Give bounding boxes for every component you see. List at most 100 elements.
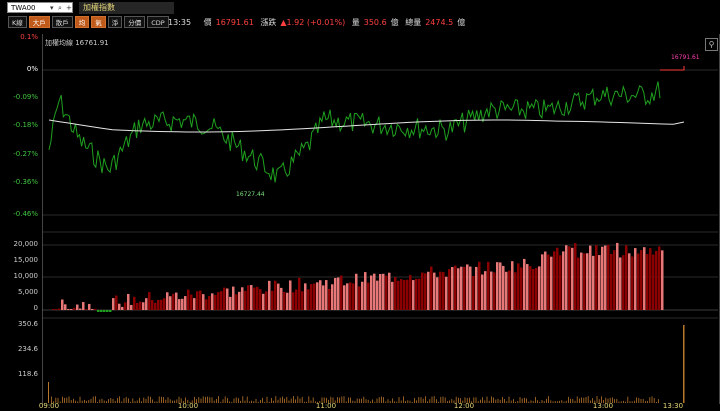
amount-bar [574,243,577,310]
volume-bar [561,400,563,403]
amount-bar [376,280,379,310]
amount-bar [118,303,121,310]
volume-bar [169,399,171,403]
amount-tick-label: 0 [33,304,38,312]
volume-bar [339,397,340,403]
amount-bar [190,294,193,310]
amount-bar-negative [97,310,100,312]
volume-bar [262,397,263,403]
volume-bar [405,401,406,403]
volume-bar [431,396,433,403]
volume-bar [209,397,211,403]
volume-bar [411,401,413,403]
amount-bar [283,291,286,310]
volume-bar [249,401,250,403]
volume-bar [570,398,571,403]
amount-bar [187,289,190,310]
amount-bar [610,253,613,310]
amount-bar [136,302,139,310]
volume-bar [279,397,281,403]
volume-bar [106,401,107,403]
volume-bar [477,401,479,403]
volume-bar [352,400,354,403]
volume-bar [165,399,167,403]
amount-bar [178,299,181,310]
volume-bar [244,400,246,403]
amount-bar [628,253,631,310]
volume-bar [229,401,230,403]
amount-bar [265,291,268,310]
amount-bar [160,299,163,310]
amount-bar [196,291,199,310]
amount-tick-label: 15,000 [13,256,39,264]
volume-bar [246,396,248,403]
amount-bar [199,290,202,310]
amount-bar [244,290,247,310]
time-tick-label: 10:00 [177,402,199,410]
volume-bar [645,401,646,403]
amount-bar [325,280,328,310]
volume-bar [238,398,239,403]
amount-bar [649,248,652,310]
amount-bar [268,280,271,310]
amount-bar [142,302,145,310]
volume-bar [139,397,140,403]
amount-bar [655,250,658,310]
volume-bar [264,401,266,403]
settings-icon[interactable]: ⚲ [705,38,718,51]
volume-bar [218,396,219,403]
amount-bar [526,264,529,310]
volume-bar [497,398,499,403]
amount-bar [211,293,214,310]
amount-bar [586,253,589,310]
amount-bar [184,296,187,310]
volume-bar [482,397,483,403]
volume-bar [634,400,635,403]
volume-bar [631,401,633,403]
amount-bar [631,256,634,310]
amount-bar [235,294,238,310]
volume-bar [172,400,173,403]
volume-bar [356,398,358,403]
volume-bar [521,398,523,403]
time-tick-label: 11:00 [315,402,337,410]
amount-bar [580,252,583,310]
amount-bar [619,257,622,310]
volume-bar [502,397,503,403]
volume-bar [101,398,103,403]
volume-bar [579,398,580,403]
amount-bar [544,251,547,310]
volume-bar [572,398,574,403]
volume-tick-label: 234.6 [17,345,38,353]
amount-bar [583,253,586,310]
volume-bar [119,396,120,403]
amount-bar [130,304,133,310]
volume-bar [552,401,554,403]
volume-bar [519,397,521,403]
amount-bar [451,266,454,310]
volume-bar [378,397,380,403]
volume-bar [227,398,228,403]
volume-bar [506,401,508,403]
volume-bar [398,397,400,403]
amount-bar [367,282,370,310]
amount-bar [565,245,568,310]
amount-bar [271,290,274,310]
pct-tick-label: -0.27% [13,150,38,158]
amount-bar [151,300,154,310]
volume-bar [499,399,501,403]
amount-bar [493,272,496,310]
amount-bar [331,284,334,310]
amount-bar [463,266,466,310]
volume-bar [152,399,153,403]
volume-bar [242,396,244,403]
amount-bar [337,277,340,310]
amount-bar [193,298,196,310]
volume-bar [290,398,292,403]
volume-bar [539,401,541,403]
volume-bar [275,396,277,403]
amount-bar [121,306,124,310]
amount-bar [385,275,388,310]
volume-bar [66,397,68,403]
volume-bar [255,398,257,403]
